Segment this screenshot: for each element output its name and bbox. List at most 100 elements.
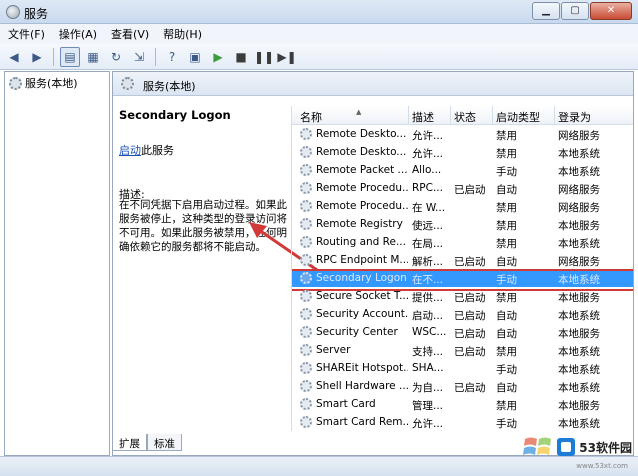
cell-desc: RPC... (412, 182, 443, 194)
cell-desc: 在 W... (412, 202, 446, 214)
table-row[interactable]: Remote Procedu... RPC... 已启动 自动 网络服务 (292, 179, 633, 197)
cell-name: Remote Deskto... (316, 128, 407, 140)
view-tabs: 扩展 标准 (112, 434, 182, 452)
start-service-link[interactable]: 启动 (119, 144, 141, 157)
column-header-name[interactable]: 名称 ▲ (300, 108, 361, 125)
column-divider[interactable] (450, 106, 451, 125)
refresh-icon[interactable]: ↻ (106, 47, 126, 67)
start-service-link-suffix: 此服务 (141, 144, 174, 157)
cell-startup: 自动 (496, 184, 517, 196)
cell-logon: 网络服务 (558, 256, 600, 268)
cell-startup: 禁用 (496, 346, 517, 358)
table-header: 名称 ▲ 描述 状态 启动类型 登录为 (292, 106, 633, 125)
gear-icon (300, 218, 312, 230)
stop-service-icon[interactable]: ■ (231, 47, 251, 67)
table-row[interactable]: SHAREit Hotspot... SHA... 手动 本地系统 (292, 359, 633, 377)
windows-logo-icon (523, 437, 552, 455)
help-icon[interactable]: ? (162, 47, 182, 67)
menu-view[interactable]: 查看(V) (111, 26, 149, 42)
column-divider[interactable] (554, 106, 555, 125)
pane-header-title: 服务(本地) (143, 80, 196, 93)
forward-arrow-icon[interactable]: ▶ (27, 47, 47, 67)
gear-icon (300, 380, 312, 392)
maximize-button[interactable]: ▢ (561, 2, 589, 20)
column-divider[interactable] (408, 106, 409, 125)
table-row[interactable]: Shell Hardware ... 为自... 已启动 自动 本地系统 (292, 377, 633, 395)
cell-desc: 允许... (412, 130, 444, 142)
table-row-selected[interactable]: Secondary Logon 在不... 手动 本地系统 (292, 269, 633, 291)
cell-name: Remote Deskto... (316, 146, 407, 158)
console-tree-icon[interactable]: ▤ (60, 46, 80, 67)
gear-icon (300, 398, 312, 410)
cell-logon: 本地服务 (558, 328, 600, 340)
menu-help[interactable]: 帮助(H) (163, 26, 202, 42)
cell-startup: 禁用 (496, 400, 517, 412)
table-row[interactable]: Secure Socket T... 提供... 已启动 禁用 本地服务 (292, 287, 633, 305)
column-header-desc[interactable]: 描述 (412, 109, 434, 125)
cell-name: Server (316, 344, 351, 356)
cell-startup: 自动 (496, 382, 517, 394)
cell-logon: 本地系统 (558, 418, 600, 430)
close-button[interactable]: ✕ (590, 2, 632, 20)
cell-desc: 允许... (412, 418, 444, 430)
menu-file[interactable]: 文件(F) (8, 26, 45, 42)
cell-desc: 允许... (412, 148, 444, 160)
export-list-icon[interactable]: ⇲ (129, 47, 149, 67)
gear-icon (300, 182, 312, 194)
cell-desc: 在局... (412, 238, 444, 250)
cell-name: Security Center (316, 326, 398, 338)
table-row[interactable]: Security Center WSC... 已启动 自动 本地服务 (292, 323, 633, 341)
cell-desc: 提供... (412, 292, 444, 304)
table-row[interactable]: Routing and Re... 在局... 禁用 本地系统 (292, 233, 633, 251)
table-row[interactable]: Remote Packet ... Allo... 手动 本地系统 (292, 161, 633, 179)
watermark-brand: 53软件园 (579, 440, 632, 455)
back-arrow-icon[interactable]: ◀ (4, 47, 24, 67)
table-row[interactable]: Remote Registry 使远... 禁用 本地服务 (292, 215, 633, 233)
cell-logon: 本地系统 (558, 166, 600, 178)
table-row[interactable]: Smart Card Rem... 允许... 手动 本地系统 (292, 413, 633, 431)
restart-service-icon[interactable]: ▶❚ (277, 47, 297, 67)
toolbar-separator (155, 47, 156, 66)
menu-action[interactable]: 操作(A) (59, 26, 97, 42)
cell-name: Routing and Re... (316, 236, 406, 248)
tree-item-services-local[interactable]: 服务(本地) (9, 75, 78, 91)
column-header-status[interactable]: 状态 (454, 109, 476, 125)
cell-logon: 网络服务 (558, 184, 600, 196)
minimize-button[interactable]: ▁ (532, 2, 560, 20)
selected-service-name: Secondary Logon (119, 108, 231, 122)
table-row[interactable]: Remote Deskto... 允许... 禁用 网络服务 (292, 125, 633, 143)
menu-bar: 文件(F) 操作(A) 查看(V) 帮助(H) (0, 24, 638, 44)
cell-desc: WSC... (412, 326, 447, 338)
table-row[interactable]: Security Account... 启动... 已启动 自动 本地系统 (292, 305, 633, 323)
gear-icon (300, 236, 312, 248)
cell-desc: SHA... (412, 362, 444, 374)
cell-logon: 本地系统 (558, 364, 600, 376)
start-service-action: 启动此服务 (119, 142, 174, 158)
start-service-icon[interactable]: ▶ (208, 47, 228, 67)
table-row[interactable]: Remote Procedu... 在 W... 禁用 网络服务 (292, 197, 633, 215)
cell-logon: 本地系统 (558, 382, 600, 394)
gear-icon (9, 76, 22, 90)
gear-icon (300, 416, 312, 428)
table-row[interactable]: Smart Card 管理... 禁用 本地服务 (292, 395, 633, 413)
gear-icon (300, 290, 312, 302)
properties-sheet-icon[interactable]: ▦ (83, 47, 103, 67)
cell-logon: 网络服务 (558, 202, 600, 214)
cell-status: 已启动 (454, 310, 486, 322)
column-header-startup[interactable]: 启动类型 (496, 109, 540, 125)
cell-logon: 本地系统 (558, 238, 600, 250)
cell-startup: 自动 (496, 310, 517, 322)
tab-standard[interactable]: 标准 (147, 434, 182, 451)
window-title: 服务 (24, 7, 49, 21)
column-divider[interactable] (492, 106, 493, 125)
cell-name: SHAREit Hotspot... (316, 362, 408, 374)
action-pane-icon[interactable]: ▣ (185, 47, 205, 67)
column-header-logon[interactable]: 登录为 (558, 109, 591, 125)
cell-name: Remote Packet ... (316, 164, 408, 176)
tab-extended[interactable]: 扩展 (112, 434, 147, 451)
gear-icon (300, 326, 312, 338)
table-row[interactable]: Remote Deskto... 允许... 禁用 本地系统 (292, 143, 633, 161)
table-row[interactable]: Server 支持... 已启动 禁用 本地系统 (292, 341, 633, 359)
pause-service-icon[interactable]: ❚❚ (254, 47, 274, 67)
table-row[interactable]: RPC Endpoint M... 解析... 已启动 自动 网络服务 (292, 251, 633, 269)
